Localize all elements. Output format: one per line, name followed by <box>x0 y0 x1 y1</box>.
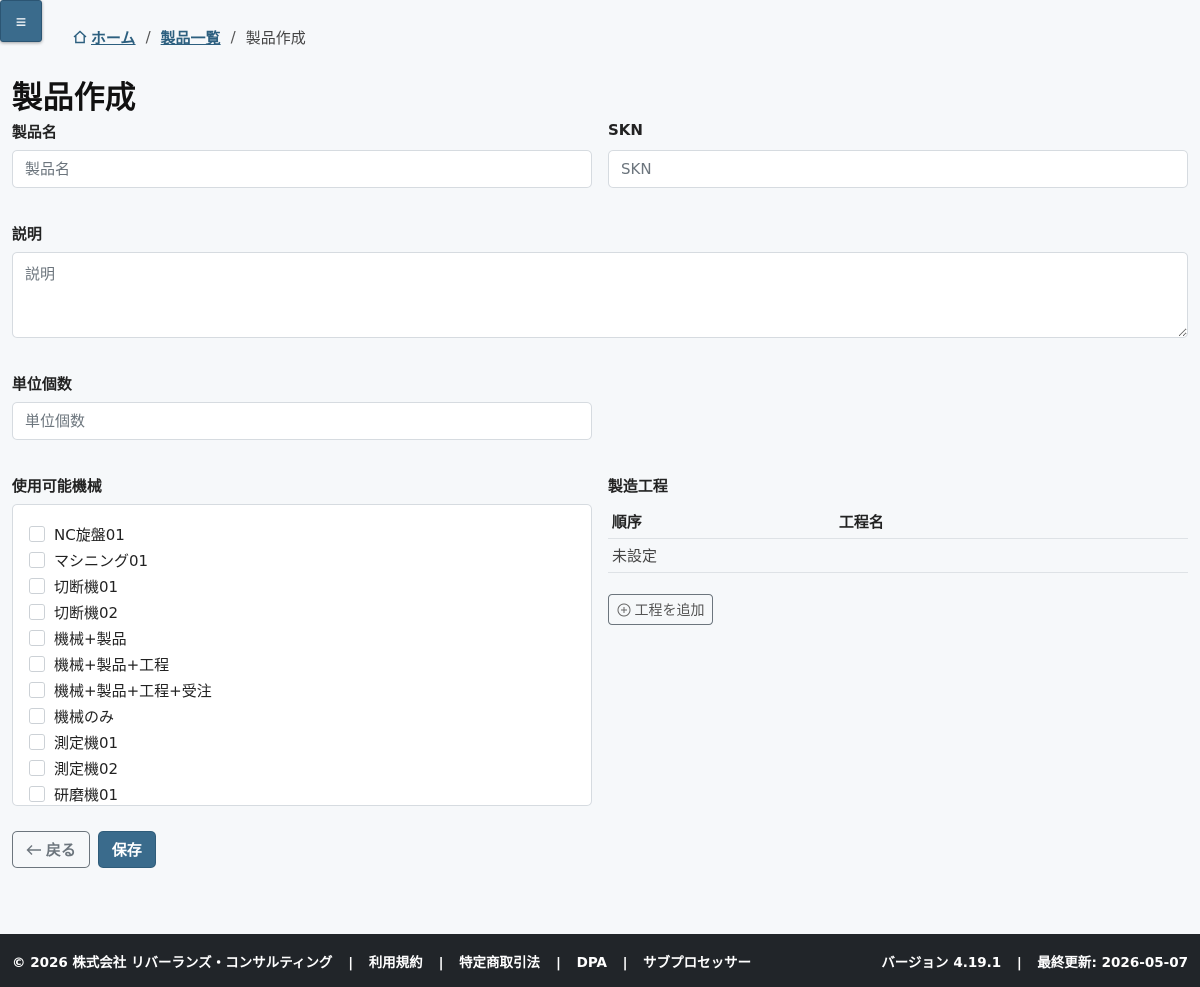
machine-item[interactable]: 測定機02 <box>29 755 591 781</box>
machines-label: 使用可能機械 <box>12 477 103 495</box>
save-button[interactable]: 保存 <box>98 831 156 868</box>
machine-checkbox[interactable] <box>29 578 45 594</box>
back-label: 戻る <box>45 841 76 859</box>
footer-separator: | <box>438 954 444 971</box>
footer-separator: | <box>622 954 628 971</box>
unit-count-label: 単位個数 <box>12 375 73 393</box>
machine-checkbox[interactable] <box>29 604 45 620</box>
breadcrumb-home-link[interactable]: ホーム <box>72 27 136 48</box>
page-title: 製品作成 <box>12 80 136 116</box>
copyright-text: © 2026 株式会社 リバーランズ・コンサルティング <box>12 954 333 971</box>
empty-process-text: 未設定 <box>608 538 1188 573</box>
machine-checkbox[interactable] <box>29 786 45 802</box>
dpa-link[interactable]: DPA <box>577 955 607 971</box>
machine-label: 機械+製品+工程 <box>54 655 170 674</box>
breadcrumb-home-label: ホーム <box>91 28 136 47</box>
subprocessors-link[interactable]: サブプロセッサー <box>643 955 751 971</box>
commerce-law-link[interactable]: 特定商取引法 <box>459 955 540 971</box>
machine-item[interactable]: 機械+製品+工程+受注 <box>29 677 591 703</box>
machine-list: NC旋盤01 マシニング01 切断機01 切断機02 機械+製品機械+製品+工程機械+製… <box>13 505 591 805</box>
machine-label: 切断機01 <box>54 577 119 596</box>
machine-checkbox-list[interactable]: NC旋盤01 マシニング01 切断機01 切断機02 機械+製品機械+製品+工程機械+製… <box>12 504 592 806</box>
add-process-button[interactable]: 工程を追加 <box>608 594 713 625</box>
machine-item[interactable]: 機械+製品+工程 <box>29 651 591 677</box>
machine-item[interactable]: 機械のみ <box>29 703 591 729</box>
unit-count-input[interactable] <box>12 402 592 440</box>
machine-label: NC旋盤01 <box>54 525 125 544</box>
process-table-header: 順序 工程名 <box>608 505 1188 539</box>
machine-label: 測定機02 <box>54 759 119 778</box>
arrow-left-icon <box>26 844 41 855</box>
menu-toggle-button[interactable]: ≡ <box>0 0 42 42</box>
machine-checkbox[interactable] <box>29 552 45 568</box>
machine-checkbox[interactable] <box>29 734 45 750</box>
machine-item[interactable]: NC旋盤01 <box>29 521 591 547</box>
skn-input[interactable] <box>608 150 1188 188</box>
machine-label: 切断機02 <box>54 603 119 622</box>
machine-item[interactable]: 切断機01 <box>29 573 591 599</box>
home-icon <box>73 30 87 44</box>
machine-checkbox[interactable] <box>29 526 45 542</box>
machine-label: 機械+製品 <box>54 629 127 648</box>
last-updated-text: 最終更新: 2026-05-07 <box>1037 954 1188 971</box>
footer-separator: | <box>348 954 354 971</box>
back-button[interactable]: 戻る <box>12 831 90 868</box>
breadcrumb-products-link[interactable]: 製品一覧 <box>161 27 221 48</box>
description-textarea[interactable] <box>12 252 1188 338</box>
process-table: 順序 工程名 未設定 <box>608 505 1188 573</box>
footer-left: © 2026 株式会社 リバーランズ・コンサルティング | 利用規約 | 特定商… <box>12 951 751 971</box>
machine-item[interactable]: マシニング01 <box>29 547 591 573</box>
machine-label: 機械のみ <box>54 707 115 726</box>
breadcrumb-current: 製品作成 <box>245 28 306 47</box>
table-row: 未設定 <box>608 538 1188 573</box>
terms-link[interactable]: 利用規約 <box>369 955 423 971</box>
product-name-label: 製品名 <box>12 123 58 141</box>
footer-separator: | <box>1016 954 1022 971</box>
footer: © 2026 株式会社 リバーランズ・コンサルティング | 利用規約 | 特定商… <box>0 934 1200 987</box>
machine-item[interactable]: 機械+製品 <box>29 625 591 651</box>
column-header-order: 順序 <box>608 505 835 539</box>
footer-right: バージョン 4.19.1 | 最終更新: 2026-05-07 <box>881 951 1188 971</box>
breadcrumb-separator: / <box>145 28 151 46</box>
hamburger-icon: ≡ <box>15 12 27 32</box>
breadcrumb: ホーム / 製品一覧 / 製品作成 <box>72 26 306 48</box>
machine-checkbox[interactable] <box>29 656 45 672</box>
machine-item[interactable]: 切断機02 <box>29 599 591 625</box>
machine-checkbox[interactable] <box>29 708 45 724</box>
machine-checkbox[interactable] <box>29 682 45 698</box>
machine-checkbox[interactable] <box>29 630 45 646</box>
add-process-label: 工程を追加 <box>634 602 705 619</box>
product-name-input[interactable] <box>12 150 592 188</box>
plus-circle-icon <box>617 603 630 616</box>
machine-label: 測定機01 <box>54 733 119 752</box>
machine-item[interactable]: 研磨機01 <box>29 781 591 805</box>
machine-item[interactable]: 測定機01 <box>29 729 591 755</box>
skn-label: SKN <box>608 121 643 139</box>
machine-label: 機械+製品+工程+受注 <box>54 681 212 700</box>
machine-label: マシニング01 <box>54 551 149 570</box>
footer-separator: | <box>555 954 561 971</box>
version-text: バージョン 4.19.1 <box>881 954 1002 971</box>
description-label: 説明 <box>12 225 43 243</box>
breadcrumb-separator: / <box>230 28 236 46</box>
machine-label: 研磨機01 <box>54 785 119 804</box>
column-header-process-name: 工程名 <box>835 505 1188 539</box>
processes-label: 製造工程 <box>608 477 669 495</box>
machine-checkbox[interactable] <box>29 760 45 776</box>
